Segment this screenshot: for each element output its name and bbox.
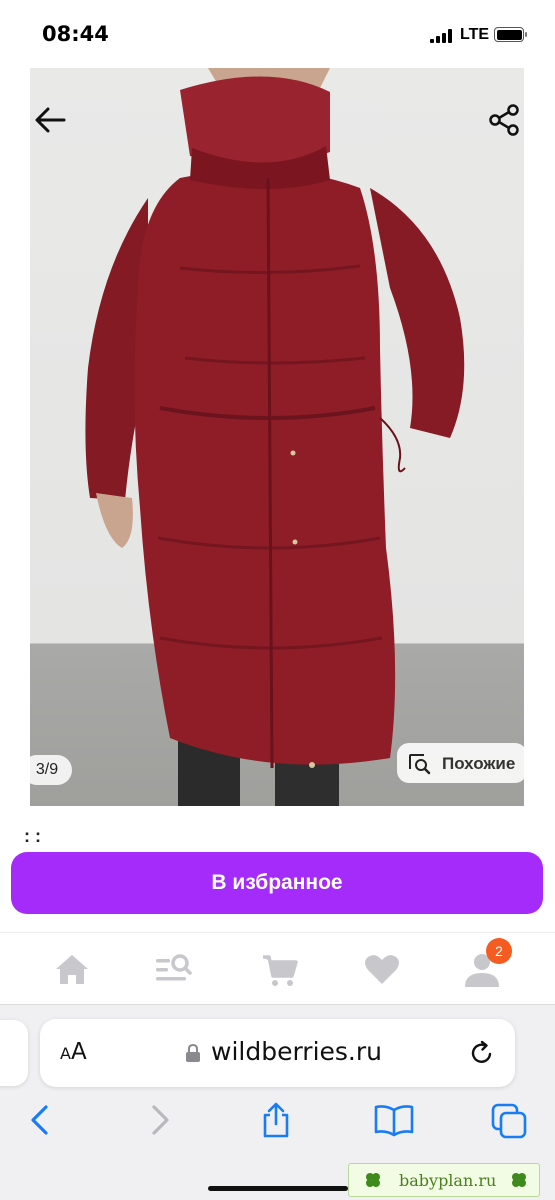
tabs-icon[interactable]: [490, 1102, 527, 1139]
cart-icon[interactable]: [260, 949, 300, 989]
favorites-heart-icon[interactable]: [362, 949, 402, 989]
previous-tab-card[interactable]: [0, 1020, 28, 1086]
coat-illustration: [85, 68, 465, 806]
home-icon[interactable]: [52, 949, 92, 989]
clover-icon: [509, 1170, 529, 1190]
battery-icon: [494, 27, 527, 42]
url-text[interactable]: wildberries.ru: [211, 1037, 382, 1066]
product-photo[interactable]: [30, 68, 524, 806]
watermark: babyplan.ru: [348, 1163, 540, 1197]
lock-icon: [185, 1043, 201, 1063]
catalog-search-icon[interactable]: [153, 949, 193, 989]
reload-icon[interactable]: [468, 1039, 496, 1067]
image-search-icon: [407, 752, 431, 776]
similar-button[interactable]: Похожие: [397, 743, 527, 783]
app-tab-bar: [0, 932, 555, 1004]
address-bar[interactable]: AA wildberries.ru: [40, 1019, 515, 1087]
back-nav-icon[interactable]: [22, 1102, 58, 1138]
bookmarks-icon[interactable]: [374, 1102, 414, 1138]
share-page-icon[interactable]: [258, 1102, 294, 1138]
back-arrow-icon[interactable]: [30, 98, 74, 142]
network-label: LTE: [460, 26, 490, 43]
signal-icon: [430, 29, 454, 43]
product-gallery[interactable]: 3/9 Похожие: [0, 68, 555, 806]
home-indicator: [208, 1186, 348, 1191]
gallery-counter: 3/9: [22, 755, 72, 785]
screen: 08:44 LTE 3/9 Похожие:: В избранное 2 …: [0, 0, 555, 1200]
status-time: 08:44: [42, 22, 109, 46]
similar-label: Похожие: [442, 754, 516, 773]
bottom-sheet: : : В избранное: [0, 806, 555, 932]
share-icon[interactable]: [484, 100, 524, 140]
text-size-button[interactable]: AA: [60, 1039, 87, 1065]
add-to-favorites-button[interactable]: В избранное: [11, 852, 543, 914]
watermark-text: babyplan.ru: [399, 1171, 497, 1190]
clover-icon: [363, 1170, 383, 1190]
product-title-partial: : :: [24, 826, 41, 846]
profile-notification-badge: 2: [486, 938, 512, 964]
status-bar: 08:44 LTE: [0, 0, 555, 68]
forward-nav-icon[interactable]: [142, 1102, 178, 1138]
